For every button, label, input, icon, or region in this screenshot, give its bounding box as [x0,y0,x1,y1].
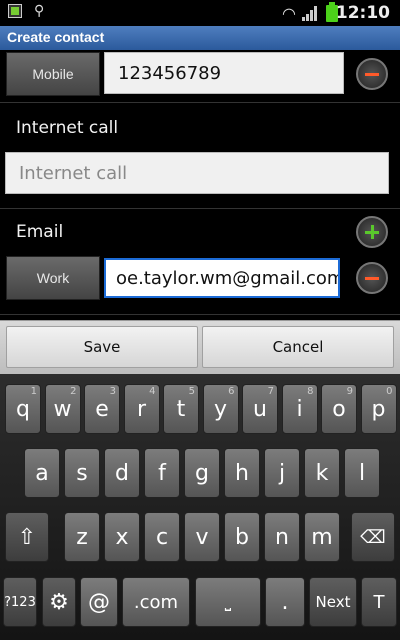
email-type-label: Work [36,270,70,286]
email-value: oe.taylor.wm@gmail.com [116,267,340,289]
email-type-button[interactable]: Work [6,256,100,300]
title-bar: Create contact [0,26,400,50]
email-input[interactable]: oe.taylor.wm@gmail.com [104,258,340,298]
divider [0,102,400,103]
action-bar: Save Cancel [0,320,400,374]
phone-input[interactable]: 123456789 [104,52,344,94]
phone-type-button[interactable]: Mobile [6,52,100,96]
remove-email-button[interactable] [356,262,388,294]
key-r[interactable]: 4r [123,384,160,434]
key-j[interactable]: j [264,448,300,498]
key-g[interactable]: g [184,448,220,498]
contact-form: Mobile 123456789 Internet call Internet … [0,50,400,320]
divider [0,208,400,209]
phone-type-label: Mobile [32,66,74,82]
minus-icon [365,277,379,280]
key-l[interactable]: l [344,448,380,498]
internet-call-placeholder: Internet call [19,162,128,184]
signal-icon [302,6,318,21]
internet-call-label: Internet call [16,118,119,138]
key-p[interactable]: 0p [360,384,397,434]
clock: 12:10 [335,3,390,23]
wifi-icon: ◠ [282,4,296,23]
next-key[interactable]: Next [309,577,357,627]
symbols-key[interactable]: ?123 [3,577,37,627]
key-m[interactable]: m [304,512,340,562]
settings-key[interactable]: ⚙ [42,577,76,627]
usb-icon: ⚲ [34,3,45,19]
key-n[interactable]: n [264,512,300,562]
key-a[interactable]: a [24,448,60,498]
page-title: Create contact [7,29,105,45]
key-o[interactable]: 9o [321,384,357,434]
key-z[interactable]: z [64,512,100,562]
backspace-key[interactable]: ⌫ [351,512,395,562]
key-s[interactable]: s [64,448,100,498]
backspace-icon: ⌫ [360,526,386,548]
email-label: Email [16,222,64,242]
divider [0,314,400,315]
battery-full-notification-icon [8,4,22,18]
period-key[interactable]: . [265,577,305,627]
space-key[interactable]: ⎵ [195,577,261,627]
phone-value: 123456789 [118,62,222,84]
key-i[interactable]: 8i [281,384,318,434]
key-k[interactable]: k [304,448,340,498]
remove-phone-button[interactable] [356,58,388,90]
cancel-button[interactable]: Cancel [202,326,394,368]
key-v[interactable]: v [184,512,220,562]
key-e[interactable]: 3e [84,384,120,434]
key-f[interactable]: f [144,448,180,498]
key-y[interactable]: 6y [202,384,239,434]
add-email-button[interactable] [356,216,388,248]
key-d[interactable]: d [104,448,140,498]
text-format-icon: T [373,591,385,613]
status-bar: ⚲ ◠ 12:10 [0,0,400,26]
at-key[interactable]: @ [80,577,118,627]
shift-icon: ⇧ [17,524,37,550]
key-b[interactable]: b [224,512,260,562]
gear-icon: ⚙ [49,589,69,615]
dotcom-key[interactable]: .com [122,577,190,627]
key-q[interactable]: 1q [5,384,41,434]
minus-icon [365,73,379,76]
key-w[interactable]: 2w [44,384,81,434]
key-t[interactable]: 5t [163,384,199,434]
key-h[interactable]: h [224,448,260,498]
key-c[interactable]: c [144,512,180,562]
key-x[interactable]: x [104,512,140,562]
shift-key[interactable]: ⇧ [5,512,49,562]
internet-call-input[interactable]: Internet call [5,152,389,194]
text-input-mode-key[interactable]: T [361,577,397,627]
space-icon: ⎵ [224,592,232,611]
save-button[interactable]: Save [6,326,198,368]
key-u[interactable]: 7u [242,384,278,434]
onscreen-keyboard: 1q2w3e4r5t6y7u8i9o0p asdfghjkl zxcvbnm ⇧… [0,374,400,640]
